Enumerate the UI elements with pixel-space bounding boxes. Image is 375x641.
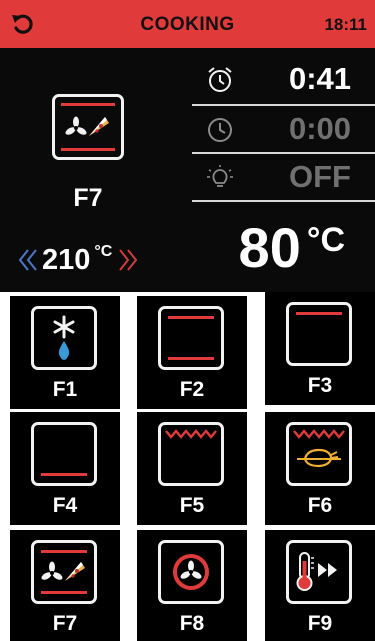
- cooking-timer-row[interactable]: 0:41: [192, 56, 375, 102]
- function-tile-f9[interactable]: F9: [265, 530, 375, 641]
- function-frame: [31, 306, 97, 370]
- function-tile-f8[interactable]: F8: [137, 530, 247, 641]
- fan-icon: [158, 540, 224, 604]
- cooking-timer-value: 0:41: [288, 61, 351, 96]
- function-label: F5: [179, 494, 205, 517]
- function-label: F2: [179, 378, 205, 401]
- screen-title: COOKING: [140, 14, 235, 35]
- fan-pizza-glyphs: [41, 561, 85, 581]
- set-temperature-control: 210 °C: [18, 242, 138, 278]
- function-label: F7: [52, 612, 78, 635]
- active-program-label: F7: [73, 184, 103, 212]
- oven-light-row[interactable]: OFF: [192, 154, 375, 200]
- function-label: F8: [179, 612, 205, 635]
- thermometer-fast-icon: [296, 552, 337, 591]
- divider: [192, 200, 375, 202]
- function-label: F3: [307, 374, 333, 397]
- defrost-icon: [53, 315, 75, 360]
- function-tile-f3[interactable]: F3: [265, 292, 375, 405]
- bottom-heater-bar: [41, 591, 87, 594]
- current-temperature: 80 °C: [239, 216, 345, 280]
- bottom-heat-icon: [31, 422, 97, 486]
- function-tile-f4[interactable]: F4: [10, 412, 120, 525]
- set-temperature-value: 210: [42, 243, 91, 276]
- function-label: F1: [52, 378, 78, 401]
- bottom-heater-bar: [168, 357, 214, 360]
- increase-temperature-icon[interactable]: [118, 247, 138, 273]
- cooking-display: F7 210 °C 0:41 0:00 OFF 80 °C: [0, 48, 375, 292]
- top-heater-bar: [41, 550, 87, 553]
- current-temperature-value: 80: [238, 216, 301, 279]
- current-temperature-unit: °C: [306, 221, 345, 259]
- oven-light-status: OFF: [289, 159, 351, 194]
- top-heater-bar: [168, 316, 214, 319]
- clock-icon: [208, 118, 232, 142]
- status-bar: COOKING 18:11: [0, 0, 375, 48]
- function-selector-grid: F1 F2 F3 F4 F5 F6 F7 F8 F9: [0, 292, 375, 641]
- function-label: F9: [307, 612, 333, 635]
- function-tile-f5[interactable]: F5: [137, 412, 247, 525]
- fan-pizza-icon: [65, 116, 109, 136]
- light-bulb-icon: [207, 165, 233, 187]
- function-tile-f6[interactable]: F6: [265, 412, 375, 525]
- grill-element: [165, 429, 217, 439]
- function-tile-f2[interactable]: F2: [137, 296, 247, 409]
- function-tile-f1[interactable]: F1: [10, 296, 120, 409]
- chicken-icon: [297, 448, 341, 468]
- end-time-row[interactable]: 0:00: [192, 106, 375, 152]
- function-label: F4: [52, 494, 78, 517]
- function-tile-f7[interactable]: F7: [10, 530, 120, 641]
- rapid-preheat-icon: [286, 540, 352, 604]
- set-temperature-unit: °C: [94, 243, 113, 260]
- top-heater-bar: [296, 312, 342, 315]
- bottom-heater-bar: [61, 148, 115, 151]
- grill-icon: [158, 422, 224, 486]
- end-time-value: 0:00: [288, 111, 351, 146]
- top-heater-bar: [61, 103, 115, 106]
- function-label: F6: [307, 494, 333, 517]
- fan-pizza-icon: [31, 540, 97, 604]
- bottom-heater-bar: [41, 473, 87, 476]
- rotisserie-grill-icon: [286, 422, 352, 486]
- active-program-icon[interactable]: [52, 94, 124, 160]
- fan-heater-ring: [173, 554, 209, 590]
- grill-element: [293, 429, 345, 439]
- decrease-temperature-icon[interactable]: [18, 247, 38, 273]
- top-bottom-heat-icon: [158, 306, 224, 370]
- clock-time: 18:11: [324, 15, 367, 34]
- alarm-clock-icon: [208, 67, 232, 92]
- top-heat-icon: [286, 302, 352, 366]
